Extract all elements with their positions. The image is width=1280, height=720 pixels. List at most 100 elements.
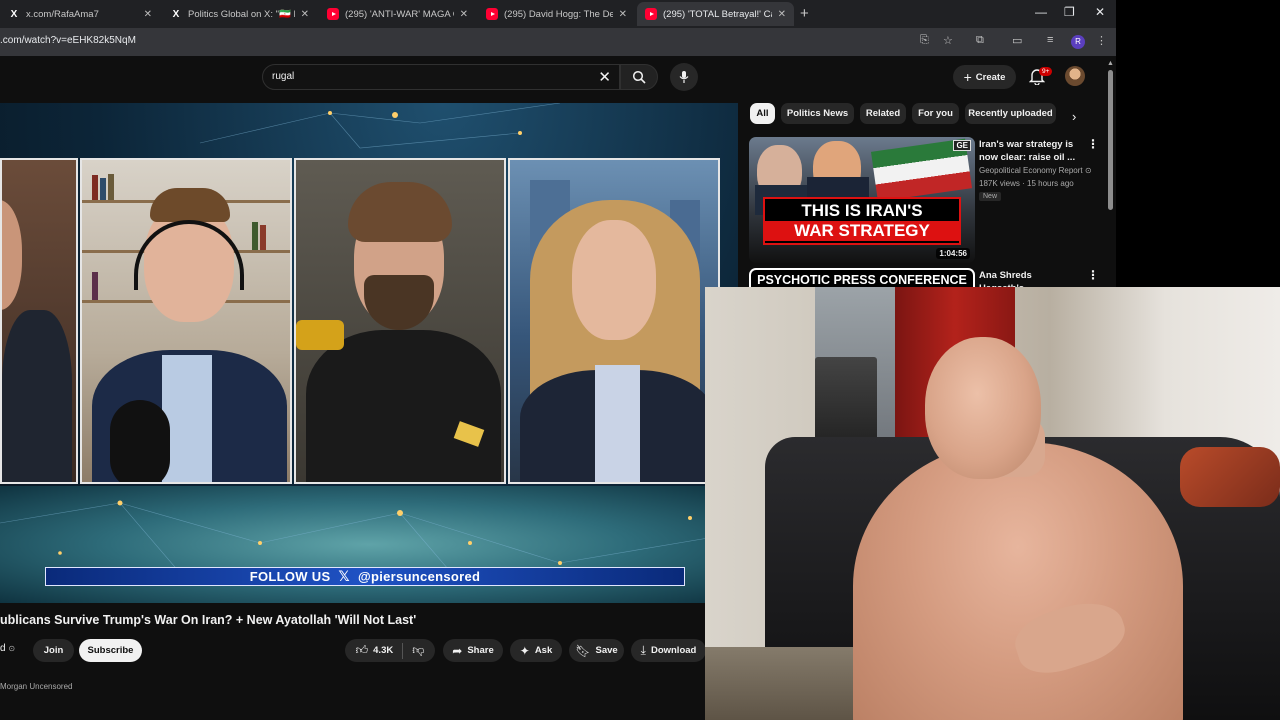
thumbnail-caption: THIS IS IRAN'S WAR STRATEGY — [763, 197, 961, 245]
microphone — [110, 400, 170, 482]
new-tab-button[interactable]: + — [800, 5, 809, 22]
tab-title: Politics Global on X: "🇮🇷 BRE — [188, 8, 295, 20]
guest-hair — [150, 188, 230, 222]
sparkle-icon: ✦ — [519, 643, 530, 658]
chip-for-you[interactable]: For you — [912, 103, 959, 124]
book — [260, 225, 266, 250]
profile-avatar[interactable]: R — [1071, 35, 1085, 49]
browser-tab[interactable]: X Politics Global on X: "🇮🇷 BRE ✕ — [162, 2, 317, 26]
microphone — [296, 320, 344, 350]
channel-tag: GE — [953, 140, 971, 151]
menu-kebab-icon[interactable]: ⋮ — [1096, 34, 1107, 47]
url-field[interactable]: .com/watch?v=eEHK82k5NqM — [0, 35, 136, 46]
browser-tab[interactable]: (295) 'ANTI-WAR' MAGA Grifte ✕ — [319, 2, 476, 26]
sidepanel-icon[interactable]: ▭ — [1012, 34, 1022, 47]
chip-recently-uploaded[interactable]: Recently uploaded — [965, 103, 1056, 124]
guest-hair — [348, 182, 452, 242]
guest-face — [572, 220, 656, 340]
browser-tab[interactable]: (295) David Hogg: The Democr ✕ — [478, 2, 635, 26]
guest-panel-3 — [294, 158, 506, 484]
thumbs-down-icon[interactable]: 👎︎ — [412, 643, 424, 658]
description-preview[interactable]: Morgan Uncensored — [0, 682, 72, 691]
tab-title: (295) David Hogg: The Democr — [504, 8, 613, 20]
related-channel-text: Geopolitical Economy Report — [979, 166, 1083, 175]
close-icon[interactable]: ✕ — [460, 9, 468, 20]
chip-politics-news[interactable]: Politics News — [781, 103, 854, 124]
scroll-up-arrow-icon[interactable]: ▲ — [1107, 60, 1114, 67]
clear-search-icon[interactable]: ✕ — [598, 68, 611, 86]
webcam-person-head — [925, 337, 1041, 479]
chip-label: Related — [865, 108, 901, 119]
search-button[interactable] — [620, 64, 658, 90]
book — [92, 175, 98, 200]
browser-tab-active[interactable]: (295) 'TOTAL Betrayal!' Can Rep ✕ — [637, 2, 794, 26]
voice-search-button[interactable] — [670, 63, 698, 91]
scroll-thumb[interactable] — [1108, 70, 1113, 210]
save-button[interactable]: 🔖︎ Save — [569, 639, 624, 662]
bookmark-icon: 🔖︎ — [575, 643, 591, 658]
extensions-icon[interactable]: ⧉ — [976, 34, 984, 47]
close-icon[interactable]: ✕ — [301, 9, 309, 20]
search-box[interactable]: rugal ✕ — [262, 64, 620, 90]
search-input[interactable]: rugal — [272, 71, 294, 82]
youtube-icon — [486, 8, 498, 20]
join-button[interactable]: Join — [33, 639, 74, 662]
book — [108, 174, 114, 200]
microphone-icon — [679, 71, 689, 83]
maximize-button[interactable]: ❐ — [1064, 5, 1075, 19]
tab-title: (295) 'ANTI-WAR' MAGA Grifte — [345, 8, 454, 20]
more-options-icon[interactable]: ⋮ — [1087, 268, 1099, 282]
chip-label: Recently uploaded — [968, 108, 1053, 119]
chip-label: All — [756, 108, 769, 119]
related-thumbnail[interactable]: GE THIS IS IRAN'S WAR STRATEGY 1:04:56 — [749, 137, 975, 263]
chip-label: Politics News — [786, 108, 849, 119]
join-label: Join — [43, 645, 64, 656]
book — [100, 178, 106, 200]
create-button[interactable]: + Create — [953, 65, 1016, 89]
guest-beard — [364, 275, 434, 330]
notification-count-badge: 9+ — [1039, 67, 1053, 76]
guest-suit — [2, 310, 72, 482]
channel-name[interactable]: d ⊙ — [0, 643, 15, 654]
install-app-icon[interactable]: ⎘ — [920, 34, 929, 47]
youtube-icon — [327, 8, 339, 20]
related-title[interactable]: Ana Shreds Hegseth's PSYCHOTIC Iran War.… — [979, 269, 1077, 287]
subscribe-button[interactable]: Subscribe — [79, 639, 142, 662]
webcam-person-torso — [853, 442, 1183, 720]
window-close-button[interactable]: ✕ — [1095, 5, 1105, 19]
browser-tab[interactable]: X x.com/RafaAma7 ✕ — [0, 2, 160, 26]
chip-all[interactable]: All — [750, 103, 775, 124]
like-count[interactable]: 4.3K — [373, 645, 393, 656]
search-icon — [632, 70, 646, 84]
banner-handle: @piersuncensored — [358, 569, 481, 584]
book — [252, 222, 258, 250]
tab-strip: X x.com/RafaAma7 ✕ X Politics Global on … — [0, 0, 1116, 28]
close-icon[interactable]: ✕ — [619, 9, 627, 20]
video-player[interactable] — [0, 103, 738, 603]
related-channel[interactable]: Geopolitical Economy Report ⊙ — [979, 166, 1092, 175]
webcam-pillow — [1180, 447, 1280, 507]
bookmark-star-icon[interactable]: ☆ — [943, 34, 953, 47]
media-controls-icon[interactable]: ≡ — [1047, 34, 1053, 46]
webcam-overlay — [705, 287, 1280, 720]
chevron-right-icon[interactable]: › — [1072, 109, 1076, 124]
video-title: ublicans Survive Trump's War On Iran? + … — [0, 613, 417, 627]
download-button[interactable]: ⤓ Download — [631, 639, 706, 662]
thumbs-up-icon[interactable]: 👍︎ — [356, 643, 369, 658]
youtube-icon — [645, 8, 657, 20]
related-meta: 187K views · 15 hours ago — [979, 179, 1074, 188]
create-label: Create — [975, 71, 1006, 83]
close-icon[interactable]: ✕ — [778, 9, 786, 20]
chip-related[interactable]: Related — [860, 103, 906, 124]
guest-panel-1 — [0, 158, 78, 484]
more-options-icon[interactable]: ⋮ — [1087, 137, 1099, 151]
download-label: Download — [650, 645, 697, 656]
share-button[interactable]: ➦ Share — [443, 639, 503, 662]
account-avatar[interactable] — [1065, 66, 1085, 86]
banner-text: FOLLOW US — [249, 569, 331, 584]
related-title[interactable]: Iran's war strategy is now clear: raise … — [979, 138, 1077, 164]
channel-name-text: d — [0, 643, 6, 654]
ask-button[interactable]: ✦ Ask — [510, 639, 562, 662]
close-icon[interactable]: ✕ — [144, 9, 152, 20]
minimize-button[interactable]: — — [1035, 5, 1047, 19]
